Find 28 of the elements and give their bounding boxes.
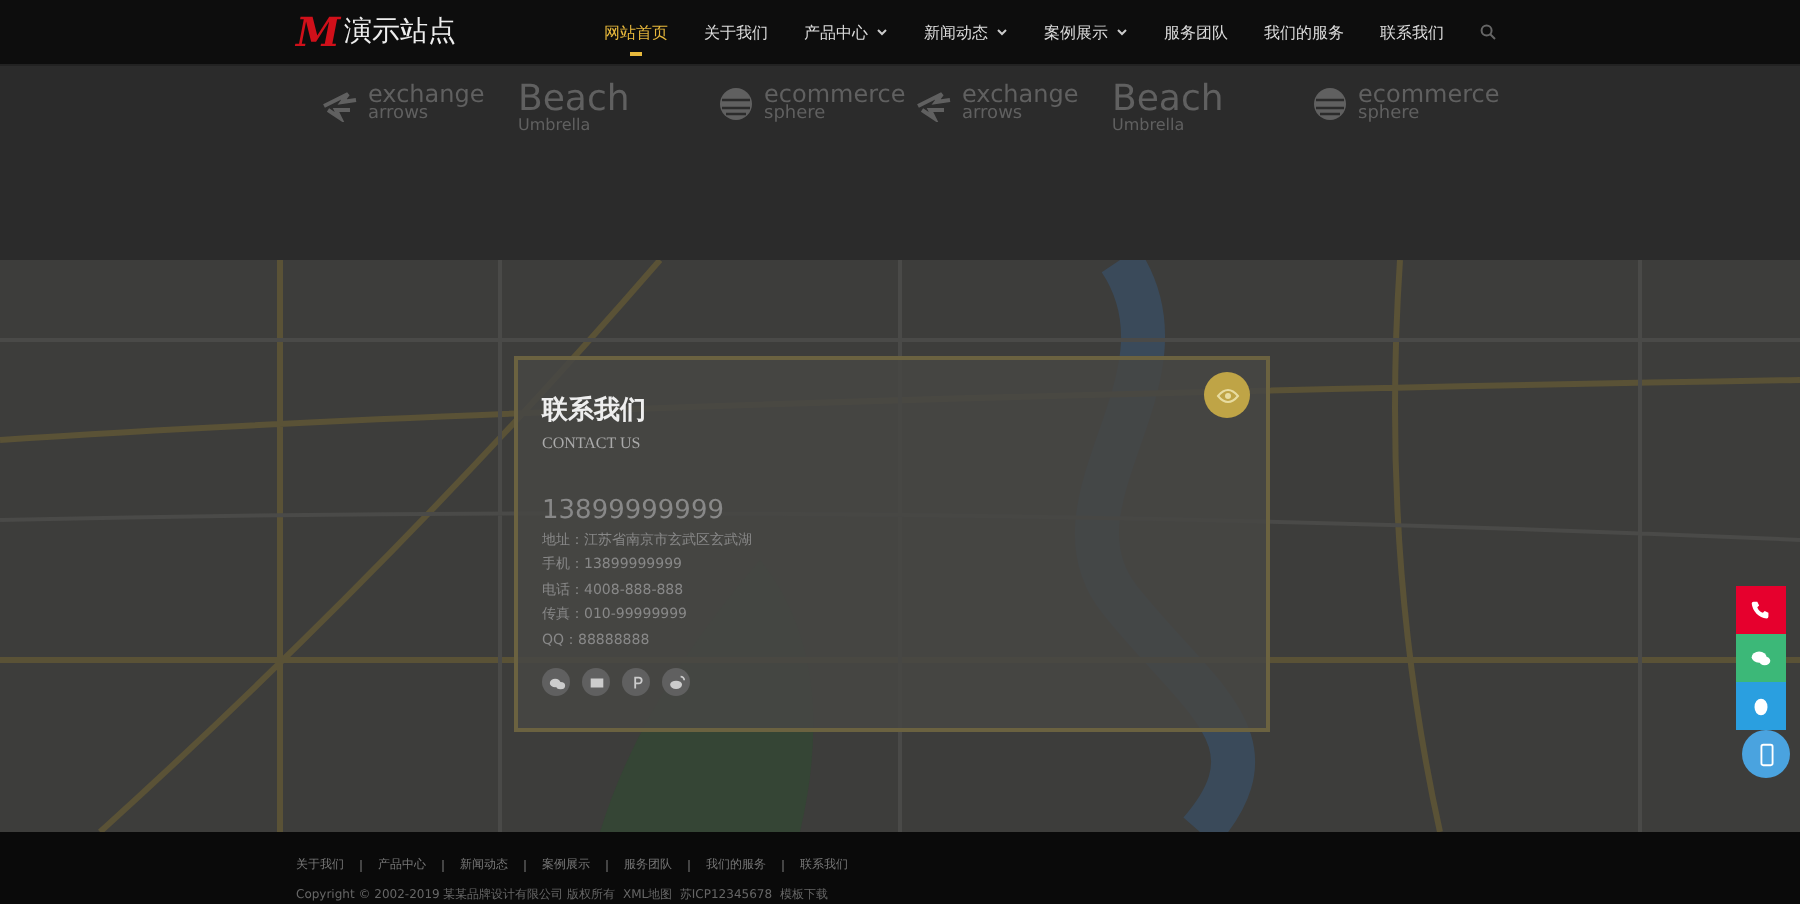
contact-phone: 13899999999 xyxy=(542,496,726,526)
mail-icon-glyph xyxy=(587,673,605,692)
caret-icon xyxy=(996,28,1008,36)
caret-icon xyxy=(1116,28,1128,36)
nav-item[interactable]: 联系我们 xyxy=(1380,12,1444,52)
nav-item[interactable]: 我们的服务 xyxy=(1264,12,1344,52)
eye-icon xyxy=(1215,387,1239,403)
caret-icon xyxy=(876,28,888,36)
phone-button[interactable] xyxy=(1736,586,1786,634)
nav-item[interactable]: 服务团队 xyxy=(1164,12,1228,52)
letter-p-button[interactable] xyxy=(622,668,650,697)
chat-bubbles-icon-glyph xyxy=(547,673,565,692)
contact-subtitle: CONTACT US xyxy=(542,434,643,452)
eye-button[interactable] xyxy=(1204,372,1250,418)
nav-item[interactable]: 产品中心 xyxy=(804,12,888,52)
site-name: 演示站点 xyxy=(344,14,457,50)
search-icon[interactable] xyxy=(1480,24,1496,40)
contact-title: 联系我们 xyxy=(542,393,646,428)
chat-bubbles-button[interactable] xyxy=(542,668,570,697)
nav-item[interactable]: 新闻动态 xyxy=(924,12,1008,52)
nav-item[interactable]: 案例展示 xyxy=(1044,12,1128,52)
globe-icon xyxy=(1310,85,1350,121)
mail-button[interactable] xyxy=(582,668,610,697)
phone-icon xyxy=(1748,597,1774,623)
logo-mark: M xyxy=(296,8,341,56)
globe-icon xyxy=(716,85,756,121)
nav-item[interactable]: 网站首页 xyxy=(604,12,668,52)
nav-item[interactable]: 关于我们 xyxy=(704,12,768,52)
